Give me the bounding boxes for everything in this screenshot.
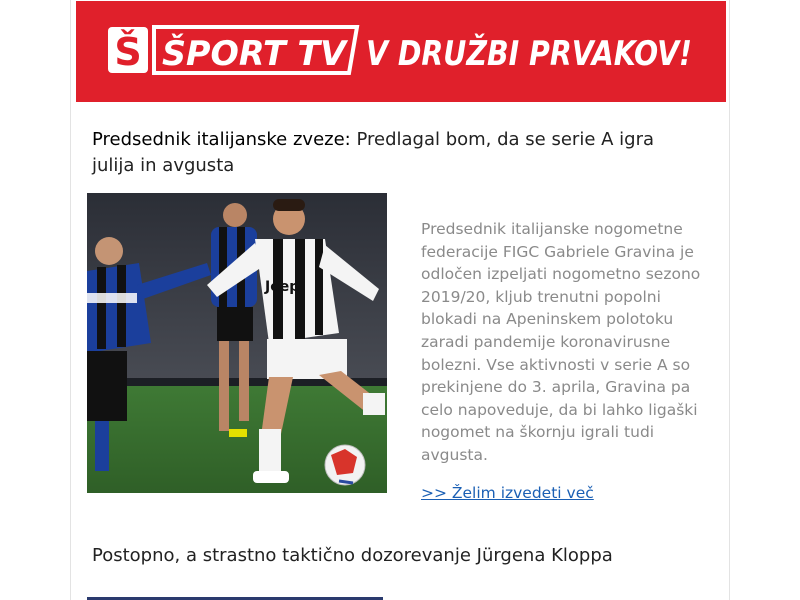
logo-letter: Š (114, 30, 141, 74)
sport-tv-banner[interactable]: Š ŠPORT TV V DRUŽBI PRVAKOV! (76, 1, 726, 102)
newsletter-frame: Š ŠPORT TV V DRUŽBI PRVAKOV! Predsednik … (70, 0, 730, 600)
brand-box: ŠPORT TV (152, 25, 360, 75)
banner-graphic: Š ŠPORT TV V DRUŽBI PRVAKOV! (108, 25, 692, 75)
banner-slogan: V DRUŽBI PRVAKOV! (366, 33, 692, 74)
next-article-title[interactable]: Postopno, a strastno taktično dozorevanj… (92, 543, 702, 569)
article-summary: Predsednik italijanske nogometne federac… (421, 220, 701, 464)
sport-tv-logo-icon: Š (108, 27, 148, 74)
article-title-lead[interactable]: Predsednik italijanske zveze: (92, 129, 351, 150)
article-title[interactable]: Predsednik italijanske zveze: Predlagal … (92, 127, 702, 179)
football-match-photo-icon: Jeep (87, 193, 387, 493)
article-photo[interactable]: Jeep (87, 193, 387, 493)
brand-name: ŠPORT TV (162, 33, 349, 74)
football-icon (324, 444, 366, 486)
read-more-link[interactable]: >> Želim izvedeti več (421, 482, 594, 504)
jersey-sponsor: Jeep (264, 279, 299, 295)
